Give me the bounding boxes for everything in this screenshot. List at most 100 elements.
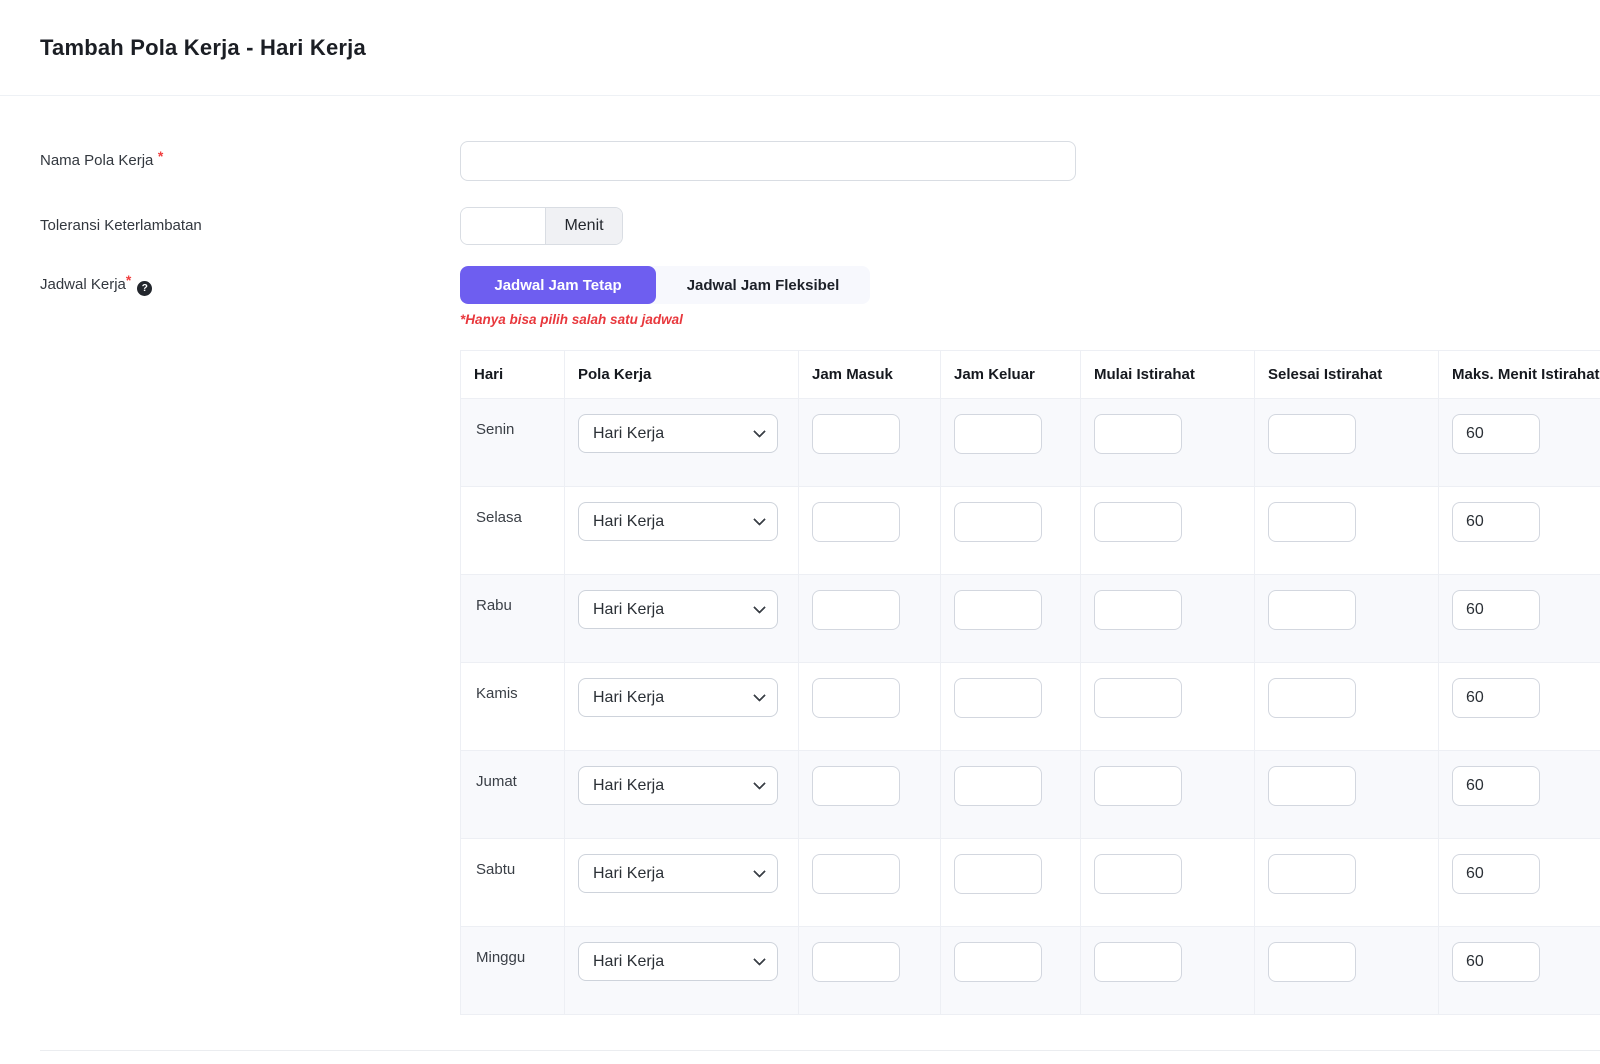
selesai-istirahat-input[interactable]: [1268, 678, 1356, 718]
jadwal-kerja-label: Jadwal Kerja: [40, 276, 126, 293]
table-row-senin: Senin Hari Kerja: [461, 399, 1600, 487]
jam-keluar-input[interactable]: [954, 766, 1042, 806]
selesai-istirahat-input[interactable]: [1268, 590, 1356, 630]
jam-masuk-input[interactable]: [812, 854, 900, 894]
pola-kerja-selected-value: Hari Kerja: [593, 601, 664, 619]
jam-keluar-input[interactable]: [954, 590, 1042, 630]
toleransi-input[interactable]: [461, 208, 545, 244]
tab-jadwal-jam-fleksibel[interactable]: Jadwal Jam Fleksibel: [656, 266, 870, 304]
chevron-down-icon: [753, 777, 766, 790]
pola-kerja-selected-value: Hari Kerja: [593, 513, 664, 531]
jam-keluar-input[interactable]: [954, 942, 1042, 982]
table-header-row: Hari Pola Kerja Jam Masuk Jam Keluar Mul…: [461, 351, 1600, 399]
jam-masuk-input[interactable]: [812, 766, 900, 806]
maks-menit-istirahat-input[interactable]: [1452, 942, 1540, 982]
selesai-istirahat-input[interactable]: [1268, 766, 1356, 806]
jam-keluar-input[interactable]: [954, 678, 1042, 718]
maks-menit-istirahat-input[interactable]: [1452, 766, 1540, 806]
table-row-rabu: Rabu Hari Kerja: [461, 575, 1600, 663]
pola-kerja-selected-value: Hari Kerja: [593, 865, 664, 883]
mulai-istirahat-input[interactable]: [1094, 590, 1182, 630]
jadwal-toggle-group: Jadwal Jam Tetap Jadwal Jam Fleksibel: [460, 266, 870, 304]
day-label: Kamis: [474, 678, 552, 702]
nama-pola-kerja-input[interactable]: [460, 141, 1076, 181]
mulai-istirahat-input[interactable]: [1094, 942, 1182, 982]
table-row-jumat: Jumat Hari Kerja: [461, 751, 1600, 839]
chevron-down-icon: [753, 865, 766, 878]
pola-kerja-select[interactable]: Hari Kerja: [578, 766, 778, 805]
required-asterisk: *: [158, 148, 163, 164]
jam-masuk-input[interactable]: [812, 590, 900, 630]
day-label: Jumat: [474, 766, 552, 790]
pola-kerja-select[interactable]: Hari Kerja: [578, 942, 778, 981]
pola-kerja-select[interactable]: Hari Kerja: [578, 854, 778, 893]
schedule-table: Hari Pola Kerja Jam Masuk Jam Keluar Mul…: [460, 350, 1600, 1015]
jam-keluar-input[interactable]: [954, 502, 1042, 542]
col-header-maks-menit-istirahat: Maks. Menit Istirahat: [1439, 351, 1600, 399]
jadwal-warning-note: *Hanya bisa pilih salah satu jadwal: [460, 312, 1600, 327]
jam-keluar-input[interactable]: [954, 414, 1042, 454]
form-row-nama-pola-kerja: Nama Pola Kerja *: [40, 141, 1600, 181]
page-title: Tambah Pola Kerja - Hari Kerja: [40, 35, 366, 61]
pola-kerja-select[interactable]: Hari Kerja: [578, 414, 778, 453]
table-row-sabtu: Sabtu Hari Kerja: [461, 839, 1600, 927]
col-header-mulai-istirahat: Mulai Istirahat: [1081, 351, 1255, 399]
pola-kerja-select[interactable]: Hari Kerja: [578, 502, 778, 541]
required-asterisk: *: [126, 272, 131, 288]
chevron-down-icon: [753, 425, 766, 438]
mulai-istirahat-input[interactable]: [1094, 502, 1182, 542]
menit-addon-label: Menit: [545, 208, 622, 244]
chevron-down-icon: [753, 689, 766, 702]
selesai-istirahat-input[interactable]: [1268, 502, 1356, 542]
form-row-jadwal-kerja: Jadwal Kerja*? Jadwal Jam Tetap Jadwal J…: [40, 266, 1600, 1015]
jam-masuk-input[interactable]: [812, 414, 900, 454]
pola-kerja-select[interactable]: Hari Kerja: [578, 590, 778, 629]
question-circle-icon[interactable]: ?: [137, 281, 152, 296]
col-header-jam-keluar: Jam Keluar: [941, 351, 1081, 399]
day-label: Sabtu: [474, 854, 552, 878]
mulai-istirahat-input[interactable]: [1094, 854, 1182, 894]
add-work-pattern-page: Tambah Pola Kerja - Hari Kerja Nama Pola…: [0, 0, 1600, 1064]
form-row-toleransi: Toleransi Keterlambatan Menit: [40, 207, 1600, 245]
col-header-selesai-istirahat: Selesai Istirahat: [1255, 351, 1439, 399]
jam-masuk-input[interactable]: [812, 502, 900, 542]
maks-menit-istirahat-input[interactable]: [1452, 854, 1540, 894]
bottom-divider: [40, 1050, 1600, 1051]
jam-keluar-input[interactable]: [954, 854, 1042, 894]
day-label: Minggu: [474, 942, 552, 966]
nama-pola-kerja-label: Nama Pola Kerja: [40, 152, 153, 169]
pola-kerja-selected-value: Hari Kerja: [593, 953, 664, 971]
day-label: Selasa: [474, 502, 552, 526]
jam-masuk-input[interactable]: [812, 678, 900, 718]
page-header: Tambah Pola Kerja - Hari Kerja: [0, 0, 1600, 96]
day-label: Senin: [474, 414, 552, 438]
pola-kerja-select[interactable]: Hari Kerja: [578, 678, 778, 717]
jam-masuk-input[interactable]: [812, 942, 900, 982]
maks-menit-istirahat-input[interactable]: [1452, 502, 1540, 542]
col-header-hari: Hari: [461, 351, 565, 399]
maks-menit-istirahat-input[interactable]: [1452, 414, 1540, 454]
pola-kerja-selected-value: Hari Kerja: [593, 689, 664, 707]
selesai-istirahat-input[interactable]: [1268, 854, 1356, 894]
selesai-istirahat-input[interactable]: [1268, 942, 1356, 982]
col-header-pola-kerja: Pola Kerja: [565, 351, 799, 399]
table-row-minggu: Minggu Hari Kerja: [461, 927, 1600, 1015]
chevron-down-icon: [753, 513, 766, 526]
selesai-istirahat-input[interactable]: [1268, 414, 1356, 454]
mulai-istirahat-input[interactable]: [1094, 766, 1182, 806]
day-label: Rabu: [474, 590, 552, 614]
toleransi-label: Toleransi Keterlambatan: [40, 217, 202, 234]
chevron-down-icon: [753, 601, 766, 614]
mulai-istirahat-input[interactable]: [1094, 414, 1182, 454]
toleransi-input-group: Menit: [460, 207, 623, 245]
maks-menit-istirahat-input[interactable]: [1452, 590, 1540, 630]
jadwal-kerja-control: Jadwal Jam Tetap Jadwal Jam Fleksibel *H…: [460, 266, 1600, 1015]
pola-kerja-selected-value: Hari Kerja: [593, 777, 664, 795]
tab-jadwal-jam-tetap[interactable]: Jadwal Jam Tetap: [460, 266, 656, 304]
col-header-jam-masuk: Jam Masuk: [799, 351, 941, 399]
maks-menit-istirahat-input[interactable]: [1452, 678, 1540, 718]
table-row-kamis: Kamis Hari Kerja: [461, 663, 1600, 751]
pola-kerja-selected-value: Hari Kerja: [593, 425, 664, 443]
mulai-istirahat-input[interactable]: [1094, 678, 1182, 718]
table-row-selasa: Selasa Hari Kerja: [461, 487, 1600, 575]
